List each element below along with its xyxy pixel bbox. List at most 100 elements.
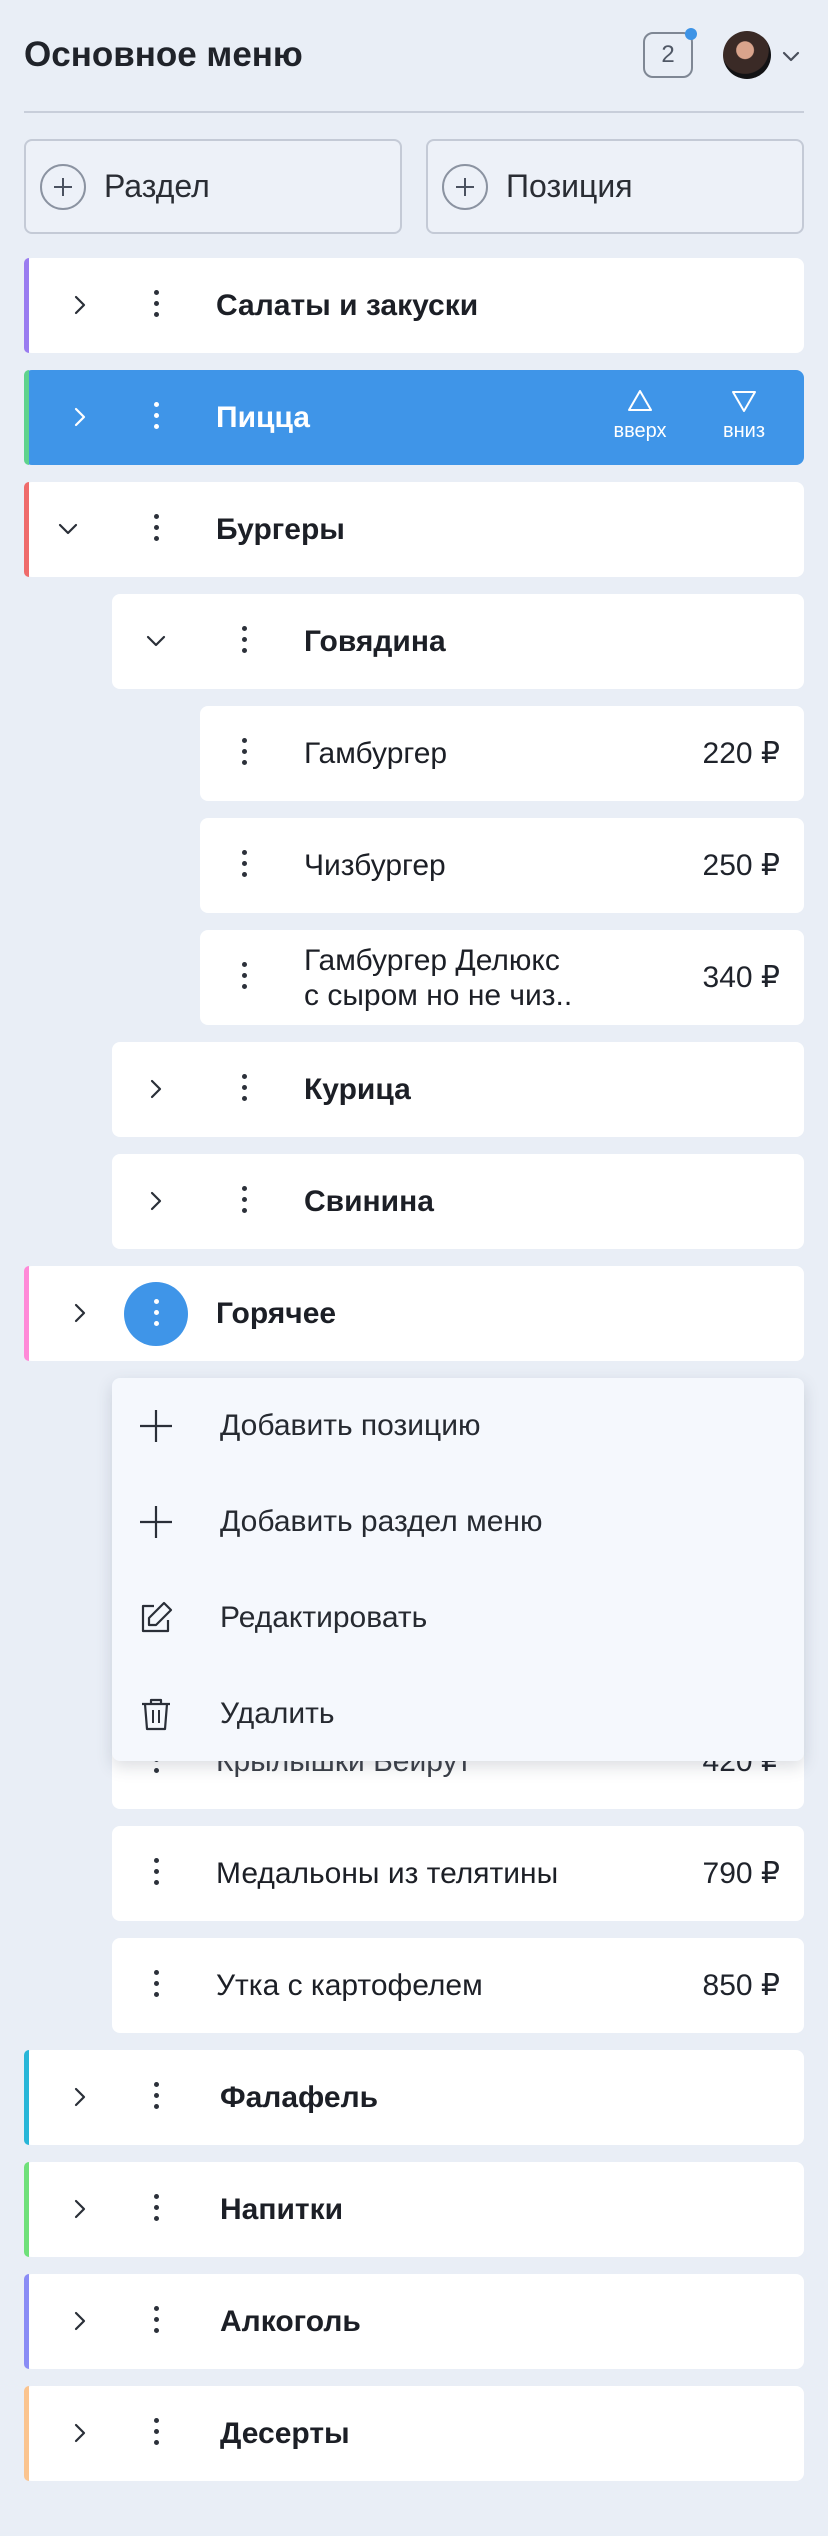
- section-row-pizza[interactable]: Пицца вверх вниз: [24, 370, 804, 465]
- more-vertical-icon[interactable]: [152, 402, 160, 432]
- plus-icon: [140, 1410, 172, 1442]
- section-color-stripe: [24, 1266, 29, 1361]
- section-color-stripe: [24, 2386, 29, 2481]
- section-row-drinks[interactable]: Напитки: [24, 2162, 804, 2257]
- section-row-hot[interactable]: Горячее: [24, 1266, 804, 1361]
- item-name: Медальоны из телятины: [216, 1857, 559, 1890]
- section-label: Десерты: [220, 2417, 350, 2450]
- menu-edit[interactable]: Редактировать: [112, 1570, 804, 1665]
- more-vertical-icon[interactable]: [240, 626, 248, 656]
- more-menu-button-active[interactable]: [124, 1282, 188, 1346]
- notifications-button[interactable]: 2: [643, 28, 697, 78]
- section-row-falafel[interactable]: Фалафель: [24, 2050, 804, 2145]
- section-color-stripe: [24, 2050, 29, 2145]
- header-divider: [24, 111, 804, 113]
- section-color-stripe: [24, 2274, 29, 2369]
- section-label: Салаты и закуски: [216, 289, 479, 322]
- more-vertical-icon[interactable]: [152, 1858, 160, 1888]
- menu-add-section-label: Добавить раздел меню: [220, 1505, 543, 1538]
- page-title: Основное меню: [24, 35, 303, 74]
- section-color-stripe: [24, 2162, 29, 2257]
- chevron-right-icon[interactable]: [143, 1188, 169, 1214]
- more-vertical-icon[interactable]: [240, 1074, 248, 1104]
- avatar[interactable]: [723, 31, 771, 79]
- chevron-right-icon[interactable]: [67, 2084, 93, 2110]
- chevron-down-icon[interactable]: [143, 628, 169, 654]
- subsection-row-pork[interactable]: Свинина: [112, 1154, 804, 1249]
- section-color-stripe: [24, 258, 29, 353]
- chevron-down-icon[interactable]: [780, 45, 802, 67]
- section-label: Бургеры: [216, 513, 345, 546]
- more-vertical-icon[interactable]: [240, 850, 248, 880]
- section-label: Фалафель: [220, 2081, 379, 2114]
- move-up-button[interactable]: вверх: [600, 388, 680, 452]
- chevron-down-icon[interactable]: [55, 516, 81, 542]
- section-label: Напитки: [220, 2193, 344, 2226]
- more-vertical-icon[interactable]: [152, 2082, 160, 2112]
- more-vertical-icon[interactable]: [240, 962, 248, 992]
- more-vertical-icon[interactable]: [152, 2194, 160, 2224]
- chevron-right-icon[interactable]: [143, 1076, 169, 1102]
- notifications-count: 2: [661, 41, 675, 68]
- menu-item-row[interactable]: Гамбургер 220 ₽: [200, 706, 804, 801]
- section-row-salads[interactable]: Салаты и закуски: [24, 258, 804, 353]
- item-price: 250 ₽: [702, 849, 780, 882]
- more-vertical-icon[interactable]: [152, 2418, 160, 2448]
- menu-edit-label: Редактировать: [220, 1601, 428, 1634]
- more-vertical-icon[interactable]: [152, 2306, 160, 2336]
- section-row-alcohol[interactable]: Алкоголь: [24, 2274, 804, 2369]
- menu-item-row[interactable]: Утка с картофелем 850 ₽: [112, 1938, 804, 2033]
- item-price: 220 ₽: [702, 737, 780, 770]
- chevron-right-icon[interactable]: [67, 404, 93, 430]
- section-label: Пицца: [216, 401, 310, 434]
- notification-dot: [685, 28, 697, 40]
- move-down-button[interactable]: вниз: [704, 388, 784, 452]
- add-item-button[interactable]: Позиция: [426, 139, 804, 234]
- section-color-stripe: [24, 482, 29, 577]
- menu-item-row[interactable]: Чизбургер 250 ₽: [200, 818, 804, 913]
- more-vertical-icon[interactable]: [152, 1970, 160, 2000]
- item-price: 340 ₽: [702, 961, 780, 994]
- more-vertical-icon: [152, 1299, 160, 1329]
- more-vertical-icon[interactable]: [152, 290, 160, 320]
- item-price: 850 ₽: [702, 1969, 780, 2002]
- plus-icon: [442, 163, 488, 210]
- menu-item-row[interactable]: Медальоны из телятины 790 ₽: [112, 1826, 804, 1921]
- move-down-label: вниз: [722, 420, 765, 442]
- plus-icon: [140, 1506, 172, 1538]
- menu-add-section[interactable]: Добавить раздел меню: [112, 1474, 804, 1569]
- subsection-label: Говядина: [304, 625, 446, 658]
- item-price: 790 ₽: [702, 1857, 780, 1890]
- more-vertical-icon[interactable]: [240, 738, 248, 768]
- subsection-row-beef[interactable]: Говядина: [112, 594, 804, 689]
- chevron-right-icon[interactable]: [67, 2308, 93, 2334]
- more-vertical-icon[interactable]: [240, 1186, 248, 1216]
- more-vertical-icon[interactable]: [152, 514, 160, 544]
- add-section-button[interactable]: Раздел: [24, 139, 402, 234]
- edit-icon: [141, 1601, 173, 1633]
- menu-delete-label: Удалить: [220, 1697, 335, 1730]
- subsection-row-chicken[interactable]: Курица: [112, 1042, 804, 1137]
- menu-item-row[interactable]: Гамбургер Делюкс с сыром но не чиз.. 340…: [200, 930, 804, 1025]
- item-name: Чизбургер: [304, 849, 446, 882]
- add-item-label: Позиция: [506, 168, 633, 204]
- menu-add-item[interactable]: Добавить позицию: [112, 1378, 804, 1473]
- menu-delete[interactable]: Удалить: [112, 1666, 804, 1761]
- trash-icon: [142, 1698, 170, 1731]
- chevron-right-icon[interactable]: [67, 2196, 93, 2222]
- section-label: Алкоголь: [220, 2305, 361, 2338]
- section-label: Горячее: [216, 1297, 337, 1330]
- move-up-label: вверх: [613, 420, 667, 442]
- section-row-burgers[interactable]: Бургеры: [24, 482, 804, 577]
- chevron-right-icon[interactable]: [67, 292, 93, 318]
- plus-icon: [40, 163, 86, 210]
- chevron-right-icon[interactable]: [67, 2420, 93, 2446]
- triangle-up-icon: [628, 390, 652, 411]
- item-name: Гамбургер: [304, 737, 448, 770]
- section-color-stripe: [24, 370, 29, 465]
- add-section-label: Раздел: [104, 168, 210, 204]
- chevron-right-icon[interactable]: [67, 1300, 93, 1326]
- triangle-down-icon: [732, 391, 756, 412]
- section-row-desserts[interactable]: Десерты: [24, 2386, 804, 2481]
- context-menu: Добавить позицию Добавить раздел меню Ре…: [112, 1378, 804, 1761]
